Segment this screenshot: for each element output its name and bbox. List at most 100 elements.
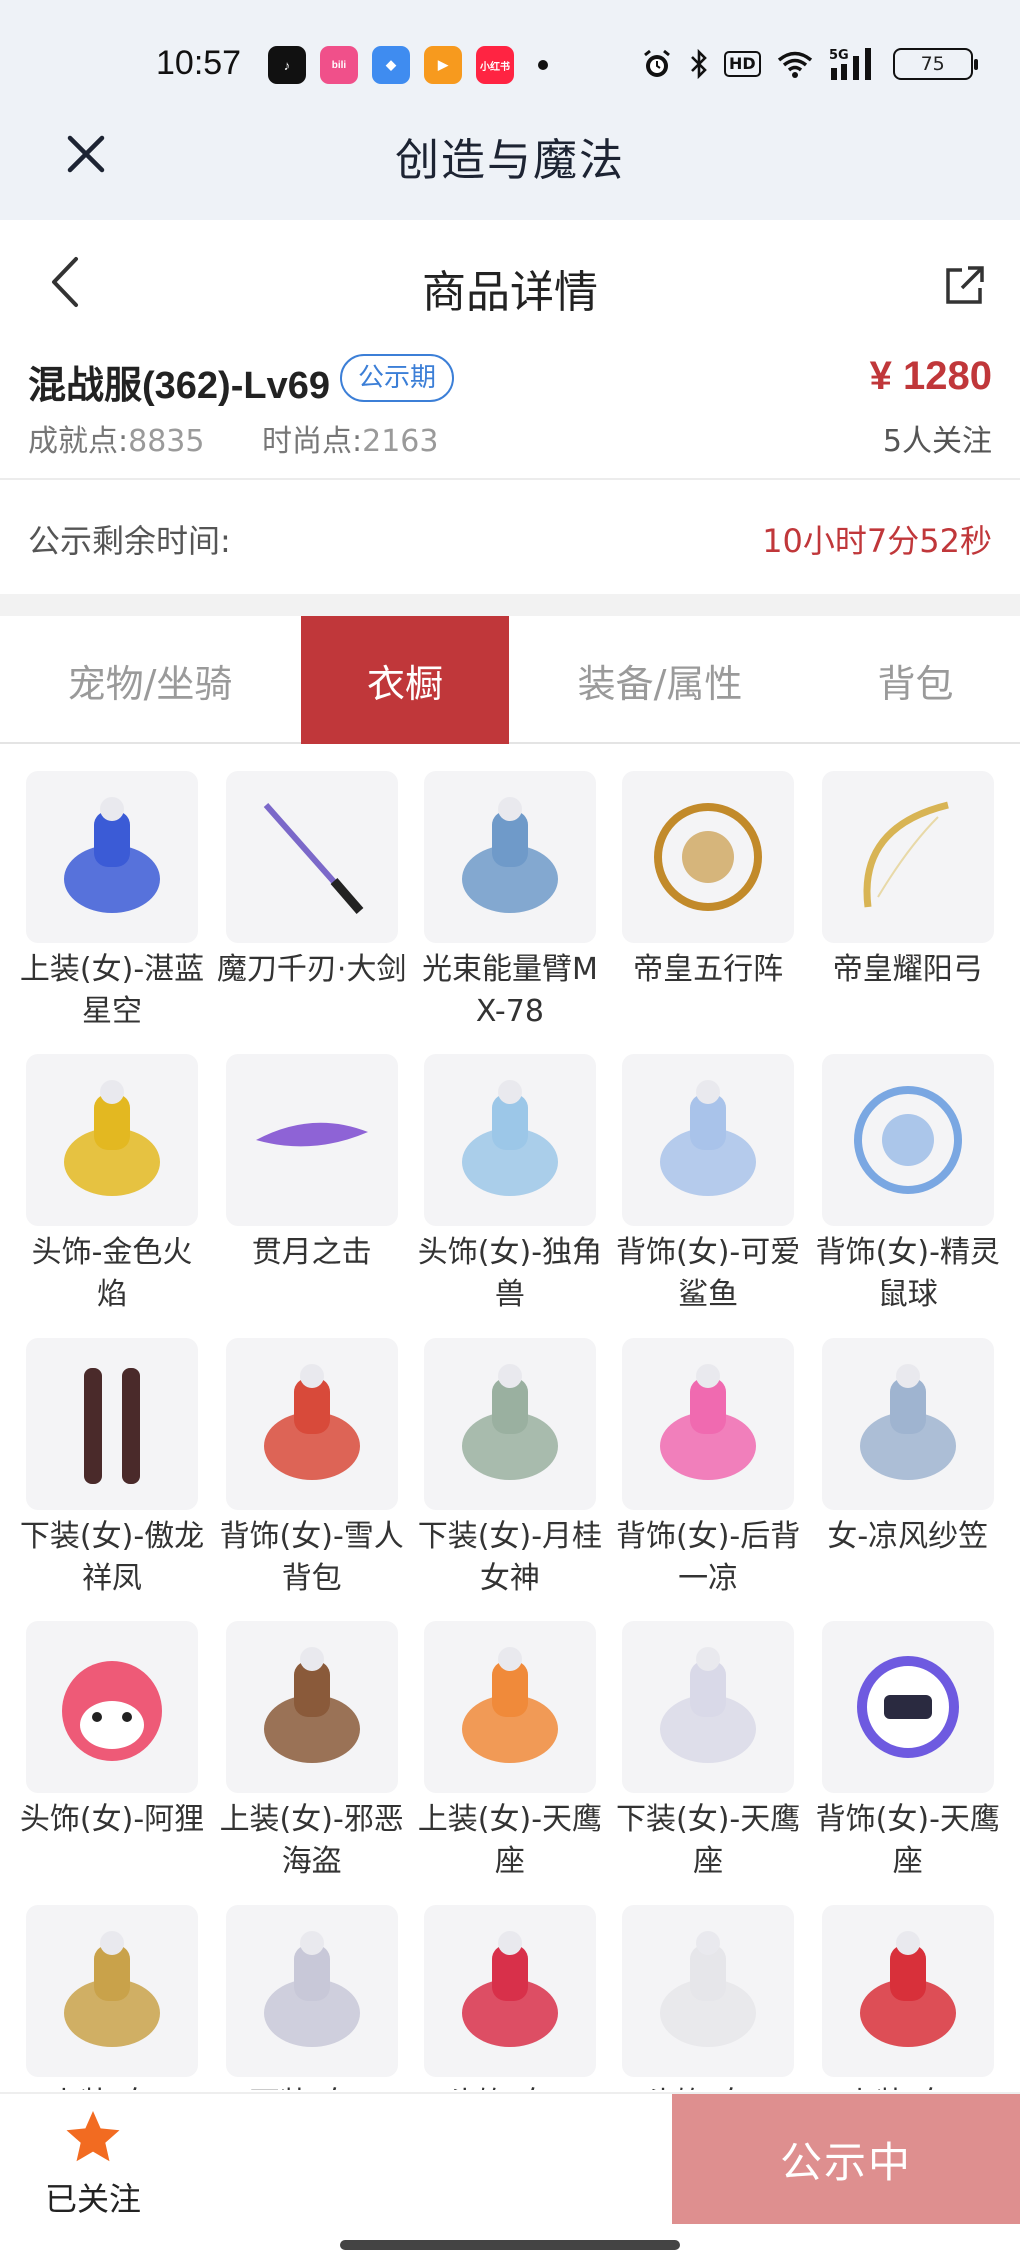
wardrobe-item[interactable]: 头饰(女)-阿狸	[17, 1621, 207, 1841]
item-label: 背饰(女)-后背一凉	[616, 1518, 801, 1596]
red-jacket-icon	[859, 1930, 956, 2047]
item-label: 贯月之击	[251, 1235, 372, 1271]
wardrobe-item[interactable]: 帝皇五行阵	[613, 770, 803, 991]
item-thumbnail	[225, 1054, 398, 1227]
product-price: ¥ 1280	[869, 354, 992, 398]
tab-wardrobe[interactable]: 衣橱	[301, 616, 509, 744]
item-thumbnail	[821, 770, 994, 943]
item-label: 上装(女)-天鹰座	[417, 1802, 603, 1880]
signal-5g-icon: 5G	[829, 46, 879, 82]
hd-icon: HD	[724, 51, 761, 77]
item-label: 下装(女)-月桂女神	[417, 1518, 603, 1596]
item-thumbnail	[821, 1337, 994, 1510]
arm-cannon-icon	[461, 796, 558, 913]
wardrobe-item[interactable]: 背饰(女)-后背一凉	[613, 1337, 803, 1600]
wardrobe-item[interactable]: 魔刀千刃·大剑	[216, 770, 407, 991]
page-header: 商品详情	[0, 222, 1020, 352]
wardrobe-grid: 上装(女)-湛蓝星空 魔刀千刃·大剑 光束能量臂MX-78 帝皇五行阵 帝皇耀阳弓头饰-…	[0, 746, 1020, 2090]
item-thumbnail	[423, 770, 596, 943]
tab-backpack[interactable]: 背包	[811, 616, 1020, 744]
unicorn-hood-icon	[461, 1080, 558, 1197]
blue-dress-icon	[64, 796, 161, 913]
section-divider	[0, 594, 1020, 616]
laurel-skirt-icon	[461, 1363, 558, 1480]
wardrobe-item[interactable]: 光束能量臂MX-78	[415, 770, 605, 1033]
item-label: 背饰(女)-精灵鼠球	[815, 1235, 1000, 1313]
item-label: 光束能量臂MX-78	[421, 951, 598, 1029]
notification-icons: ♪ bili ◆ ▶ 小红书	[268, 46, 548, 84]
wardrobe-item[interactable]: 下装(女)-	[217, 1904, 407, 2090]
item-label: 背饰(女)-可爱鲨鱼	[616, 1235, 801, 1313]
ice-cream-icon	[660, 1363, 757, 1480]
wardrobe-item[interactable]: 背饰(女)-雪人背包	[217, 1337, 407, 1600]
achievement-value: 8835	[128, 424, 205, 459]
category-tabs: 宠物/坐骑 衣橱 装备/属性 背包	[0, 616, 1020, 744]
wardrobe-item[interactable]: 背饰(女)-天鹰座	[813, 1621, 1003, 1883]
publicity-button[interactable]: 公示中	[672, 2094, 1020, 2224]
item-thumbnail	[26, 1054, 199, 1227]
countdown-row: 公示剩余时间: 10小时7分52秒	[0, 482, 1020, 592]
wardrobe-item[interactable]: 背饰(女)-可爱鲨鱼	[613, 1054, 803, 1316]
item-thumbnail	[821, 1054, 994, 1227]
product-info: 混战服(362)-Lv69 公示期 ¥ 1280 成就点:8835 时尚点:21…	[0, 340, 1020, 480]
item-thumbnail	[821, 1621, 994, 1794]
aquila-jacket-icon	[461, 1647, 558, 1764]
fashion-points: 时尚点:2163	[262, 416, 438, 460]
wardrobe-item[interactable]: 上装(女)-湛蓝星空	[17, 770, 207, 1033]
wardrobe-item[interactable]: 女-凉风纱笠	[813, 1337, 1003, 1558]
wardrobe-item[interactable]: 头饰(女)-	[415, 1904, 605, 2090]
item-label: 上装(女)-	[17, 2083, 207, 2090]
wardrobe-item[interactable]: 下装(女)-天鹰座	[613, 1621, 803, 1883]
follow-button[interactable]: 已关注	[28, 2108, 158, 2228]
five-elements-icon	[654, 802, 763, 911]
tiktok-icon: ♪	[268, 46, 306, 84]
wardrobe-item[interactable]: 上装(女)-邪恶海盗	[217, 1621, 407, 1883]
follower-count: 5人关注	[882, 424, 992, 459]
wardrobe-item[interactable]: 上装(女)-	[17, 1904, 207, 2090]
heart-headband-icon	[461, 1930, 558, 2047]
item-thumbnail	[821, 1904, 994, 2077]
item-label: 头饰(女)-	[613, 2083, 803, 2090]
wardrobe-item[interactable]: 头饰-金色火焰	[17, 1054, 207, 1316]
katana-icon	[263, 802, 364, 914]
wardrobe-item[interactable]: 贯月之击	[217, 1054, 407, 1274]
achievement-points: 成就点:8835	[28, 416, 204, 460]
item-thumbnail	[225, 1621, 398, 1794]
tab-equipment[interactable]: 装备/属性	[510, 616, 810, 744]
top-zone: 10:57 ♪ bili ◆ ▶ 小红书 HD 5G 75 创造与魔法	[0, 0, 1020, 220]
gold-dress-icon	[64, 1930, 161, 2047]
item-label: 头饰(女)-	[415, 2083, 605, 2090]
alarm-icon	[640, 46, 674, 82]
gold-helmet-icon	[64, 1080, 161, 1197]
white-boots-icon	[263, 1930, 360, 2047]
status-bar: 10:57 ♪ bili ◆ ▶ 小红书 HD 5G 75	[0, 38, 1020, 98]
wardrobe-item[interactable]: 上装(女)-天鹰座	[415, 1621, 605, 1883]
item-thumbnail	[225, 1337, 398, 1510]
item-label: 上装(女)-	[813, 2083, 1003, 2090]
tab-pets-mounts[interactable]: 宠物/坐骑	[0, 616, 300, 744]
wardrobe-item[interactable]: 背饰(女)-精灵鼠球	[813, 1054, 1003, 1316]
ahri-mask-icon	[62, 1661, 163, 1762]
shark-icon	[660, 1080, 757, 1197]
fashion-value: 2163	[362, 424, 439, 459]
svg-text:5G: 5G	[829, 48, 849, 63]
item-thumbnail	[423, 1054, 596, 1227]
wardrobe-item[interactable]: 头饰(女)-	[613, 1904, 803, 2090]
golden-bow-icon	[863, 801, 949, 907]
snowman-icon	[263, 1363, 360, 1480]
wardrobe-item[interactable]: 下装(女)-月桂女神	[415, 1337, 605, 1600]
aquila-pack-icon	[856, 1656, 959, 1759]
wardrobe-item[interactable]: 下装(女)-傲龙祥凤	[17, 1337, 207, 1600]
wardrobe-item[interactable]: 头饰(女)-独角兽	[415, 1054, 605, 1316]
share-button[interactable]	[936, 258, 992, 314]
item-label: 背饰(女)-天鹰座	[815, 1802, 1000, 1880]
wardrobe-item[interactable]: 上装(女)-	[813, 1904, 1003, 2090]
follow-label: 已关注	[44, 2180, 141, 2218]
page-title: 商品详情	[422, 267, 598, 318]
item-label: 魔刀千刃·大剑	[216, 951, 407, 987]
app-title: 创造与魔法	[395, 135, 625, 186]
wardrobe-item[interactable]: 帝皇耀阳弓	[813, 770, 1003, 991]
battery-icon: 75	[892, 48, 978, 80]
item-thumbnail	[423, 1337, 596, 1510]
pirate-vest-icon	[263, 1647, 360, 1764]
